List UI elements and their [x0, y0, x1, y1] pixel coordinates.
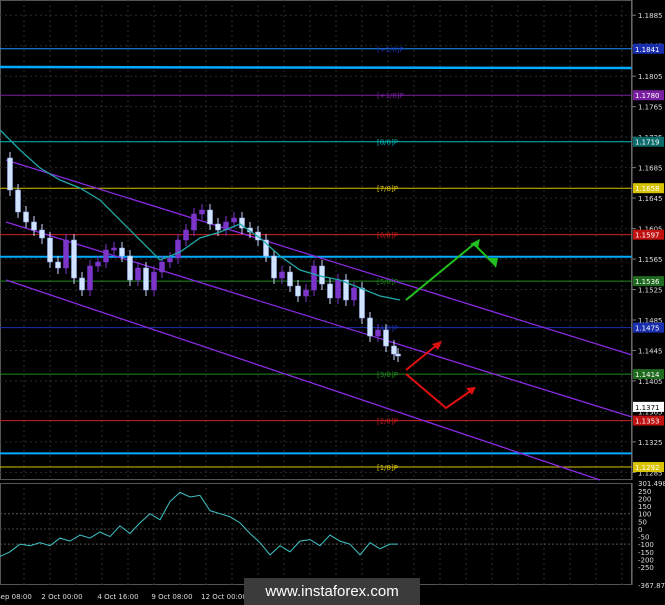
murrey-level-label: [8/8]P [377, 139, 398, 147]
candle-body [395, 353, 401, 357]
candle-body [367, 317, 373, 337]
channel-line [5, 279, 601, 481]
price-tick-label: 1.1565 [638, 256, 663, 264]
murrey-level-label: [2/8]P [377, 418, 398, 426]
murrey-level-label: [7/8]P [377, 185, 398, 193]
candle-body [159, 261, 165, 273]
candle-body [95, 261, 101, 267]
price-level-tag-text: 1.1414 [635, 371, 660, 379]
price-tick-label: 1.1645 [638, 195, 663, 203]
price-tick-label: 1.1525 [638, 287, 663, 295]
price-level-tag-text: 1.1353 [635, 418, 660, 426]
candle-body [135, 267, 141, 281]
watermark: www.instaforex.com [244, 578, 420, 605]
candle-body [335, 279, 341, 299]
candle-body [271, 255, 277, 279]
candle-body [359, 287, 365, 319]
candle-body [119, 247, 125, 257]
red-forecast-arrow-down [405, 373, 473, 410]
price-level-tag-text: 1.1292 [635, 464, 660, 472]
candle-body [183, 229, 189, 241]
candle-body [31, 221, 37, 231]
candle-body [391, 345, 397, 355]
price-tick-label: 1.1685 [638, 165, 663, 173]
murrey-level-label: [1/8]P [377, 464, 398, 472]
price-tick-label: 1.1405 [638, 378, 663, 386]
cci-line [0, 491, 398, 557]
candle-body [23, 211, 29, 223]
chart-grid [0, 0, 632, 585]
indicator-tick-label: -367.870 [638, 582, 665, 590]
candle-body [311, 265, 317, 291]
price-chart[interactable]: [+2/8]P[+1/8]P[8/8]P[7/8]P[6/8]P[5/8]P[4… [0, 0, 665, 605]
candle-body [87, 265, 93, 291]
candle-body [207, 209, 213, 225]
candle-body [15, 189, 21, 213]
price-tick-label: 1.1445 [638, 347, 663, 355]
price-tick-label: 1.1765 [638, 104, 663, 112]
green-arrow-head [488, 258, 498, 268]
moving-average-line [0, 129, 401, 301]
price-tick-label: 1.1805 [638, 73, 663, 81]
candle-body [231, 217, 237, 223]
candle-body [279, 271, 285, 279]
murrey-level-label: [+1/8]P [377, 92, 404, 100]
current-price-tag-text: 1.1371 [635, 404, 660, 412]
forecast-arrows [405, 239, 498, 410]
moving-average [0, 129, 401, 301]
candle-body [351, 287, 357, 301]
candle-body [55, 261, 61, 269]
indicator-frame [0, 483, 632, 585]
candle-body [79, 277, 85, 291]
candle-body [319, 265, 325, 285]
candle-body [215, 223, 221, 231]
indicator-tick-label: 301.498 [638, 480, 665, 488]
price-level-tag-text: 1.1780 [635, 92, 660, 100]
candle-body [151, 271, 157, 291]
main-frame [0, 0, 632, 480]
candle-body [287, 271, 293, 287]
price-level-tag-text: 1.1475 [635, 325, 660, 333]
candle-body [199, 209, 205, 215]
candle-body [111, 247, 117, 251]
trend-channel [5, 159, 633, 481]
murrey-level-label: [6/8]P [377, 232, 398, 240]
candle-body [167, 257, 173, 263]
candle-body [7, 157, 13, 191]
price-level-tag-text: 1.1719 [635, 139, 660, 147]
green-forecast-arrow [405, 242, 495, 301]
time-axis-label: 9 Oct 08:00 [151, 593, 192, 601]
price-level-tag-text: 1.1841 [635, 46, 660, 54]
candle-body [47, 237, 53, 263]
time-axis-label: Sep 08:00 [0, 593, 32, 601]
price-level-tag-text: 1.1658 [635, 185, 660, 193]
time-axis: Sep 08:00 2 Oct 00:00 4 Oct 16:00 9 Oct 08:… [0, 593, 247, 601]
candle-body [383, 329, 389, 347]
candle-body [191, 213, 197, 231]
candle-body [63, 239, 69, 269]
time-axis-label: 2 Oct 00:00 [41, 593, 82, 601]
cci-indicator: 301.498250200150100500-50-100-150-200-25… [0, 480, 665, 590]
indicator-tick-label: -250 [638, 564, 654, 572]
candle-body [103, 249, 109, 263]
time-axis-label: 4 Oct 16:00 [97, 593, 138, 601]
price-level-tag-text: 1.1536 [635, 278, 660, 286]
candle-body [127, 255, 133, 281]
murrey-level-label: [3/8]P [377, 371, 398, 379]
candle-body [39, 229, 45, 239]
price-level-tag-text: 1.1597 [635, 232, 660, 240]
time-axis-label: 12 Oct 00:00 [201, 593, 247, 601]
candle-body [375, 329, 381, 337]
candle-body [175, 239, 181, 259]
murrey-level-label: [+2/8]P [377, 46, 404, 54]
candle-body [295, 285, 301, 297]
channel-line [5, 221, 633, 418]
candle-body [327, 283, 333, 299]
candle-body [143, 267, 149, 291]
price-tick-label: 1.1325 [638, 439, 663, 447]
price-tick-label: 1.1885 [638, 12, 663, 20]
candle-body [303, 289, 309, 297]
resistance-line-top [0, 65, 633, 70]
candle-body [71, 239, 77, 279]
